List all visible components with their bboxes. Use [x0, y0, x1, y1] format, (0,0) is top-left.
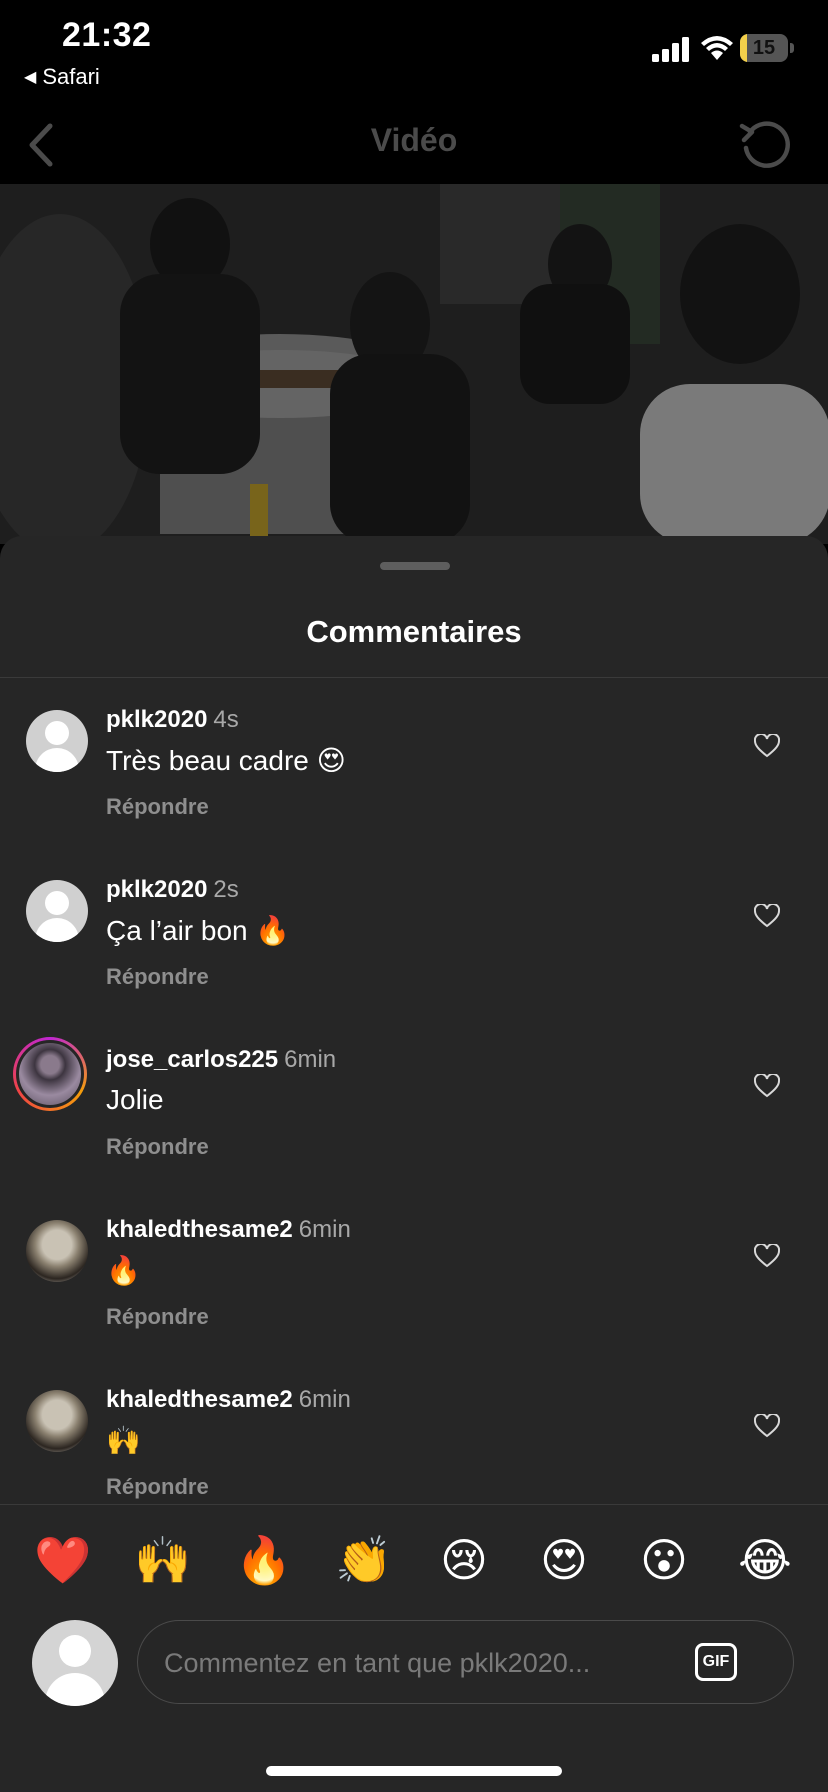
gif-button[interactable]: GIF [695, 1643, 737, 1681]
avatar-photo [16, 1040, 84, 1108]
reply-button[interactable]: Répondre [106, 1474, 209, 1500]
reaction-raising-hands-emoji[interactable]: 🙌 [134, 1531, 192, 1589]
comment-username[interactable]: pklk2020 [106, 706, 207, 733]
reply-button[interactable]: Répondre [106, 1134, 209, 1160]
heart-icon[interactable] [754, 904, 780, 928]
avatar[interactable] [26, 1220, 88, 1282]
comment-username[interactable]: jose_carlos225 [106, 1046, 278, 1073]
comment-text: Ça l’air bon 🔥 [106, 915, 291, 946]
comment-composer: GIF [0, 1608, 828, 1792]
status-bar: 21:32 ◀ Safari 15 [0, 0, 828, 110]
comment-meta: khaledthesame2 6min [106, 1216, 351, 1244]
avatar[interactable] [13, 1037, 87, 1111]
heart-icon[interactable] [754, 1414, 780, 1438]
divider [0, 677, 828, 678]
comment-text: 🙌 [106, 1425, 141, 1456]
comment-item: pklk2020 4s Très beau cadre 😍 Répondre [0, 682, 828, 832]
comment-username[interactable]: khaledthesame2 [106, 1386, 293, 1413]
avatar[interactable] [26, 710, 88, 772]
reaction-heart-emoji[interactable]: ❤️ [34, 1531, 92, 1589]
reply-button[interactable]: Répondre [106, 1304, 209, 1330]
back-app-label: Safari [42, 64, 100, 89]
back-triangle-icon: ◀ [24, 69, 37, 86]
comment-item: jose_carlos225 6min Jolie Répondre [0, 1022, 828, 1172]
page-title: Vidéo [370, 122, 458, 158]
comment-item: khaledthesame2 6min 🙌 Répondre [0, 1362, 828, 1512]
avatar[interactable] [26, 1390, 88, 1452]
battery-level: 15 [752, 36, 776, 59]
comment-meta: pklk2020 2s [106, 876, 239, 904]
comment-time: 6min [298, 1216, 351, 1243]
top-nav: Vidéo [0, 110, 828, 184]
heart-icon[interactable] [754, 1074, 780, 1098]
comment-time: 6min [284, 1046, 337, 1073]
comment-item: khaledthesame2 6min 🔥 Répondre [0, 1192, 828, 1342]
battery-icon: 15 [740, 34, 788, 62]
heart-icon[interactable] [754, 1244, 780, 1268]
comment-meta: pklk2020 4s [106, 706, 239, 734]
comment-text: Très beau cadre 😍 [106, 745, 346, 776]
reaction-laughing-emoji[interactable]: 😂 [736, 1531, 794, 1589]
back-to-app-link[interactable]: ◀ Safari [24, 64, 100, 90]
comment-time: 2s [213, 876, 239, 903]
comment-item: pklk2020 2s Ça l’air bon 🔥 Répondre [0, 852, 828, 1002]
reply-button[interactable]: Répondre [106, 794, 209, 820]
comment-meta: jose_carlos225 6min [106, 1046, 336, 1074]
reaction-crying-emoji[interactable]: 😢 [435, 1531, 493, 1589]
cellular-signal-icon [652, 37, 689, 62]
reaction-fire-emoji[interactable]: 🔥 [235, 1531, 293, 1589]
home-indicator [266, 1766, 562, 1776]
heart-icon[interactable] [754, 734, 780, 758]
comment-text: Jolie [106, 1084, 164, 1115]
comment-username[interactable]: pklk2020 [106, 876, 207, 903]
reaction-heart-eyes-emoji[interactable]: 😍 [535, 1531, 593, 1589]
refresh-icon[interactable] [738, 118, 792, 172]
comment-input[interactable] [162, 1621, 686, 1705]
reaction-surprised-emoji[interactable]: 😮 [635, 1531, 693, 1589]
comment-meta: khaledthesame2 6min [106, 1386, 351, 1414]
video-preview[interactable] [0, 184, 828, 544]
wifi-icon [701, 36, 733, 60]
sheet-drag-handle[interactable] [380, 562, 450, 570]
comment-time: 4s [213, 706, 239, 733]
video-frame-image [0, 184, 828, 544]
quick-reactions-bar: ❤️ 🙌 🔥 👏 😢 😍 😮 😂 [0, 1504, 828, 1609]
battery-tip [790, 43, 794, 53]
reply-button[interactable]: Répondre [106, 964, 209, 990]
status-time: 21:32 [62, 16, 152, 54]
comment-username[interactable]: khaledthesame2 [106, 1216, 293, 1243]
current-user-avatar [32, 1620, 118, 1706]
reaction-clapping-emoji[interactable]: 👏 [335, 1531, 393, 1589]
avatar[interactable] [26, 880, 88, 942]
comment-input-wrapper[interactable]: GIF [137, 1620, 794, 1705]
sheet-title: Commentaires [306, 614, 522, 649]
comment-text: 🔥 [106, 1255, 141, 1286]
comment-time: 6min [298, 1386, 351, 1413]
